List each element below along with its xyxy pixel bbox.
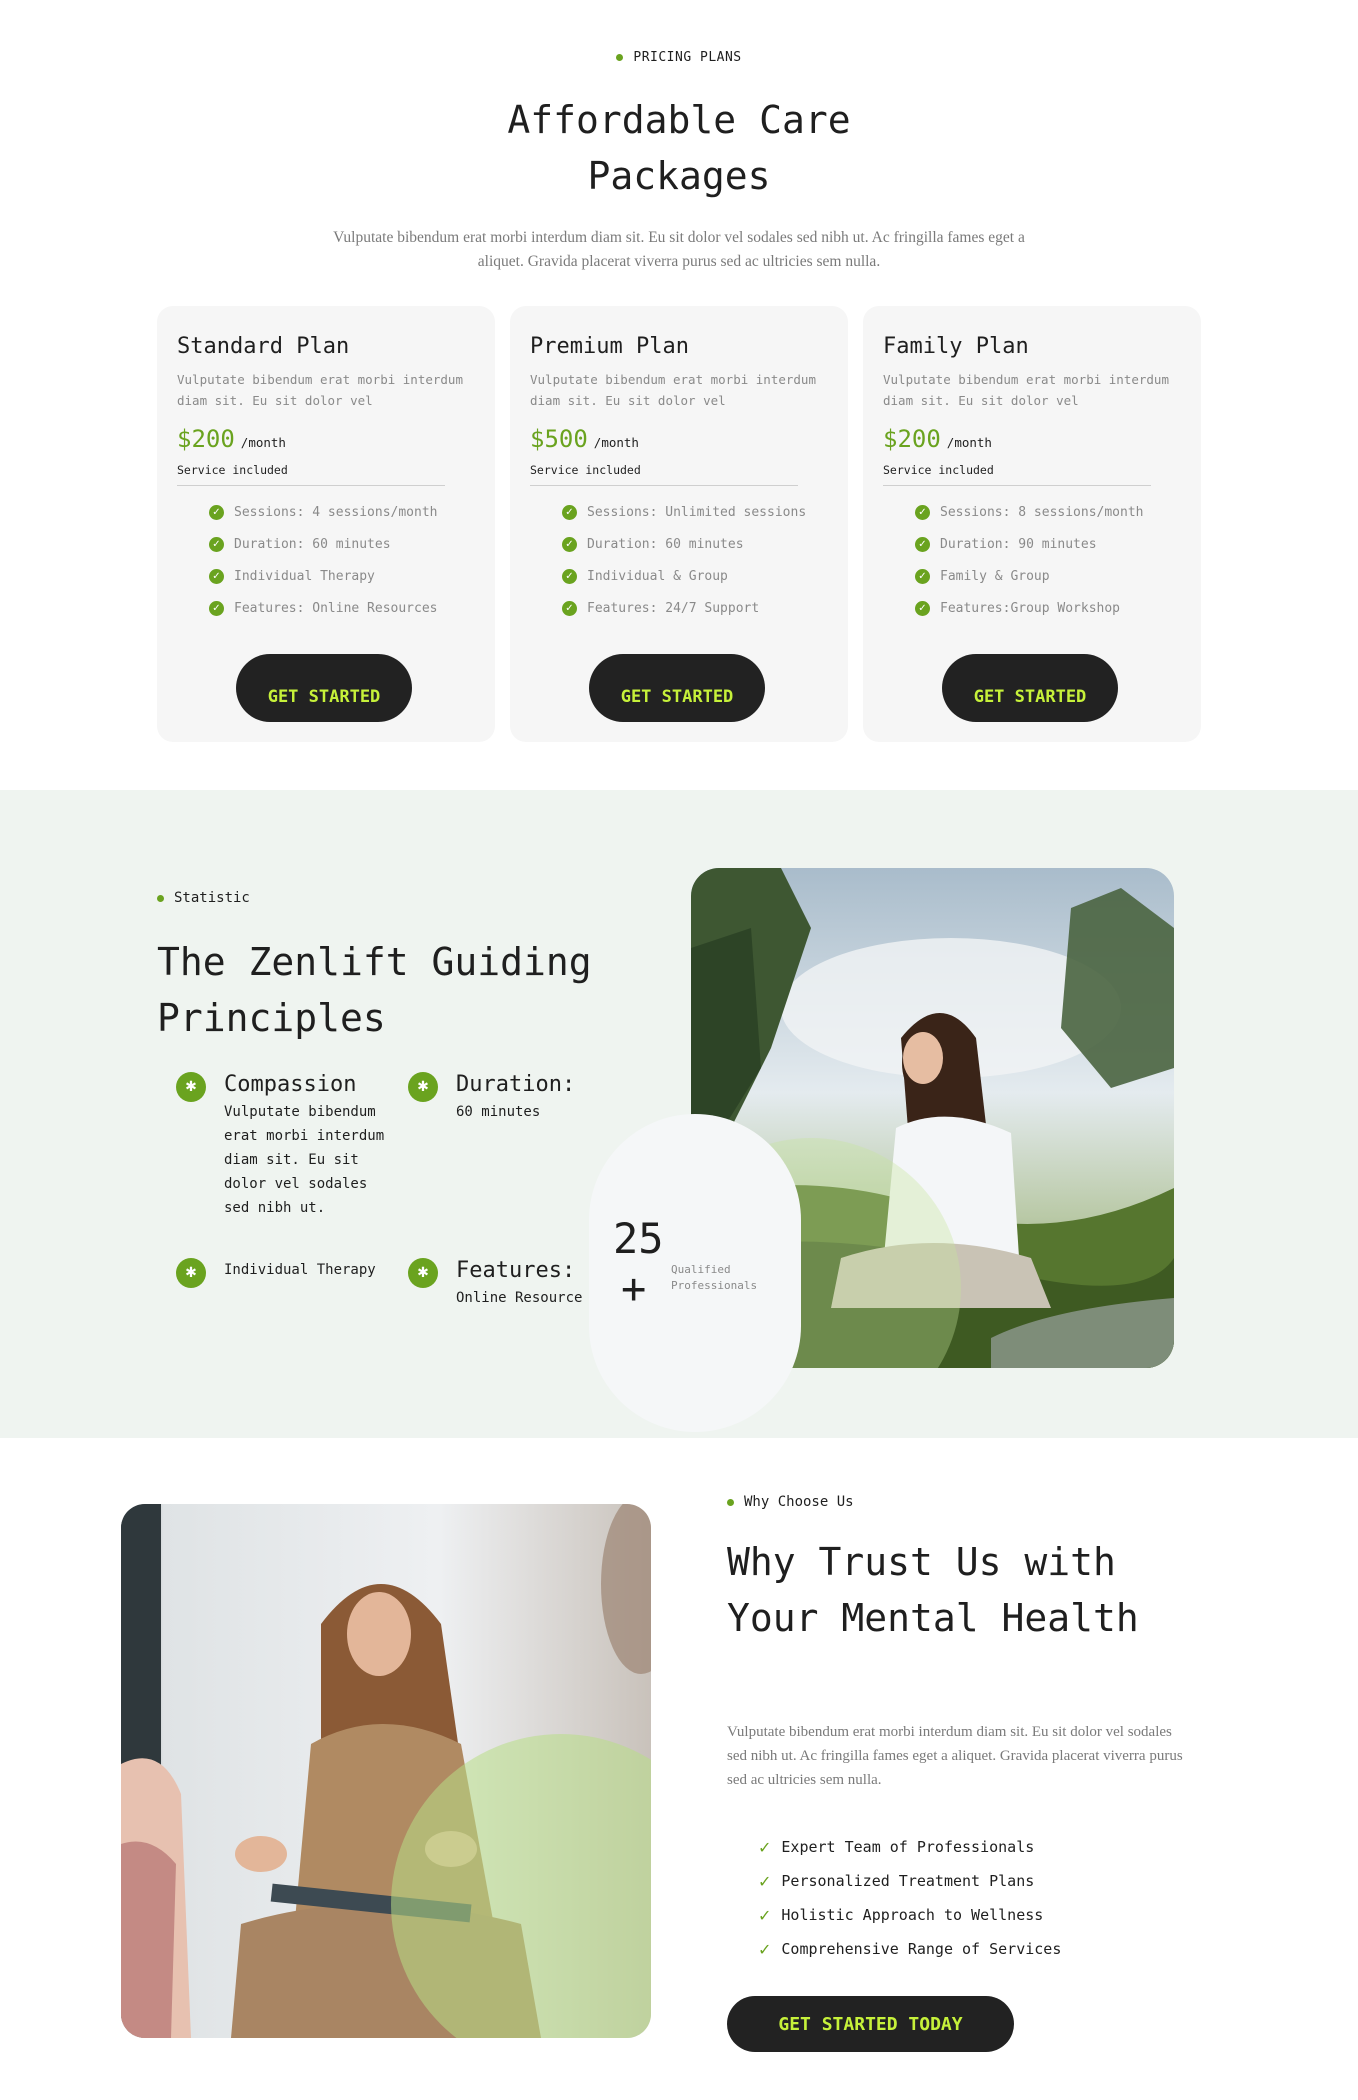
- service-label: Service included: [883, 463, 1151, 486]
- pricing-eyebrow: PRICING PLANS: [0, 50, 1358, 65]
- checkmark-icon: ✓: [758, 1871, 772, 1891]
- service-label: Service included: [177, 463, 445, 486]
- bullet-dot-icon: [727, 1498, 734, 1506]
- check-icon: ✓: [562, 568, 577, 584]
- check-icon: ✓: [562, 536, 577, 552]
- list-item: ✓ Features: 24/7 Support: [562, 592, 828, 624]
- list-item: ✓ Duration: 60 minutes: [209, 528, 475, 560]
- plan-card-premium: Premium Plan Vulputate bibendum erat mor…: [510, 306, 848, 742]
- plan-name: Standard Plan: [177, 334, 350, 359]
- check-icon: ✓: [915, 536, 930, 552]
- plan-price: $200/month: [177, 425, 475, 453]
- statistic-eyebrow: Statistic: [157, 890, 250, 906]
- principle-title: Compassion: [224, 1072, 357, 1097]
- bullet-dot-icon: [616, 54, 624, 61]
- asterisk-icon: ✱: [408, 1258, 438, 1288]
- why-description: Vulputate bibendum erat morbi interdum d…: [727, 1724, 1183, 1788]
- check-icon: ✓: [562, 504, 577, 520]
- check-icon: ✓: [209, 568, 224, 584]
- price-amount: $200: [177, 425, 235, 453]
- principle-compassion: ✱ Compassion Vulputate bibendum erat mor…: [176, 1072, 406, 1220]
- list-item: ✓ Holistic Approach to Wellness: [758, 1905, 1044, 1925]
- asterisk-icon: ✱: [408, 1072, 438, 1102]
- plan-name: Family Plan: [883, 334, 1029, 359]
- principle-text: Individual Therapy: [224, 1262, 376, 1278]
- principle-individual-therapy: ✱ Individual Therapy: [176, 1258, 406, 1288]
- counter-number: 25 +: [613, 1214, 664, 1313]
- why-points: ✓ Expert Team of Professionals ✓ Personali…: [758, 1830, 1061, 1966]
- check-icon: ✓: [915, 504, 930, 520]
- list-item: ✓ Comprehensive Range of Services: [758, 1939, 1062, 1959]
- principle-title: Duration:: [456, 1072, 576, 1097]
- price-period: /month: [593, 435, 639, 450]
- principle-duration: ✱ Duration: 60 minutes: [408, 1072, 598, 1124]
- list-item: ✓ Family & Group: [915, 560, 1181, 592]
- pricing-section: PRICING PLANS Affordable Care Packages V…: [0, 0, 1358, 790]
- service-label: Service included: [530, 463, 798, 486]
- feature-list: ✓ Sessions: Unlimited sessions ✓ Duration:…: [530, 496, 828, 624]
- why-choose-section: Why Choose Us Why Trust Us with Your Men…: [0, 1438, 1358, 2100]
- check-icon: ✓: [562, 600, 577, 616]
- price-amount: $500: [530, 425, 588, 453]
- check-icon: ✓: [209, 504, 224, 520]
- counter-label: Qualified Professionals: [671, 1263, 758, 1292]
- principle-features: ✱ Features: Online Resource: [408, 1258, 598, 1310]
- check-icon: ✓: [209, 600, 224, 616]
- principle-text: Online Resource: [456, 1290, 583, 1306]
- list-item: ✓ Personalized Treatment Plans: [758, 1871, 1035, 1891]
- plan-card-standard: Standard Plan Vulputate bibendum erat mo…: [157, 306, 495, 742]
- counseling-image: [121, 1504, 651, 2038]
- list-item: ✓ Duration: 60 minutes: [562, 528, 828, 560]
- why-eyebrow: Why Choose Us: [727, 1494, 854, 1510]
- list-item: ✓ Features: Online Resources: [209, 592, 475, 624]
- get-started-button[interactable]: GET STARTED: [589, 654, 765, 722]
- plan-name: Premium Plan: [530, 334, 689, 359]
- price-period: /month: [240, 435, 286, 450]
- checkmark-icon: ✓: [758, 1939, 772, 1959]
- get-started-today-button[interactable]: GET STARTED TODAY: [727, 1996, 1014, 2052]
- list-item: ✓ Duration: 90 minutes: [915, 528, 1181, 560]
- check-icon: ✓: [915, 600, 930, 616]
- check-icon: ✓: [209, 536, 224, 552]
- statistic-title: The Zenlift Guiding Principles: [157, 940, 592, 1040]
- price-period: /month: [946, 435, 992, 450]
- asterisk-icon: ✱: [176, 1072, 206, 1102]
- pricing-description: Vulputate bibendum erat morbi interdum d…: [333, 229, 1025, 270]
- statistic-section: Statistic The Zenlift Guiding Principles…: [0, 790, 1358, 1438]
- list-item: ✓ Sessions: Unlimited sessions: [562, 496, 828, 528]
- principle-text: Vulputate bibendum erat morbi interdum d…: [224, 1104, 385, 1216]
- get-started-button[interactable]: GET STARTED: [942, 654, 1118, 722]
- list-item: ✓ Individual & Group: [562, 560, 828, 592]
- list-item: ✓ Features:Group Workshop: [915, 592, 1181, 624]
- professionals-counter: 25 + Qualified Professionals: [589, 1114, 801, 1432]
- feature-list: ✓ Sessions: 4 sessions/month ✓ Duration: 6…: [177, 496, 475, 624]
- price-amount: $200: [883, 425, 941, 453]
- plan-description: Vulputate bibendum erat morbi interdum d…: [530, 372, 816, 408]
- plan-price: $200/month: [883, 425, 1181, 453]
- asterisk-icon: ✱: [176, 1258, 206, 1288]
- checkmark-icon: ✓: [758, 1837, 772, 1857]
- plan-card-family: Family Plan Vulputate bibendum erat morb…: [863, 306, 1201, 742]
- principle-text: 60 minutes: [456, 1104, 541, 1120]
- get-started-button[interactable]: GET STARTED: [236, 654, 412, 722]
- plan-description: Vulputate bibendum erat morbi interdum d…: [883, 372, 1169, 408]
- list-item: ✓ Sessions: 8 sessions/month: [915, 496, 1181, 528]
- counseling-photo: [121, 1504, 651, 2038]
- plan-description: Vulputate bibendum erat morbi interdum d…: [177, 372, 463, 408]
- list-item: ✓ Expert Team of Professionals: [758, 1837, 1035, 1857]
- list-item: ✓ Individual Therapy: [209, 560, 475, 592]
- pricing-title: Affordable Care Packages: [507, 98, 851, 198]
- why-title: Why Trust Us with Your Mental Health: [727, 1540, 1139, 1640]
- feature-list: ✓ Sessions: 8 sessions/month ✓ Duration: 9…: [883, 496, 1181, 624]
- bullet-dot-icon: [157, 894, 164, 902]
- check-icon: ✓: [915, 568, 930, 584]
- principle-title: Features:: [456, 1258, 576, 1283]
- list-item: ✓ Sessions: 4 sessions/month: [209, 496, 475, 528]
- plan-price: $500/month: [530, 425, 828, 453]
- checkmark-icon: ✓: [758, 1905, 772, 1925]
